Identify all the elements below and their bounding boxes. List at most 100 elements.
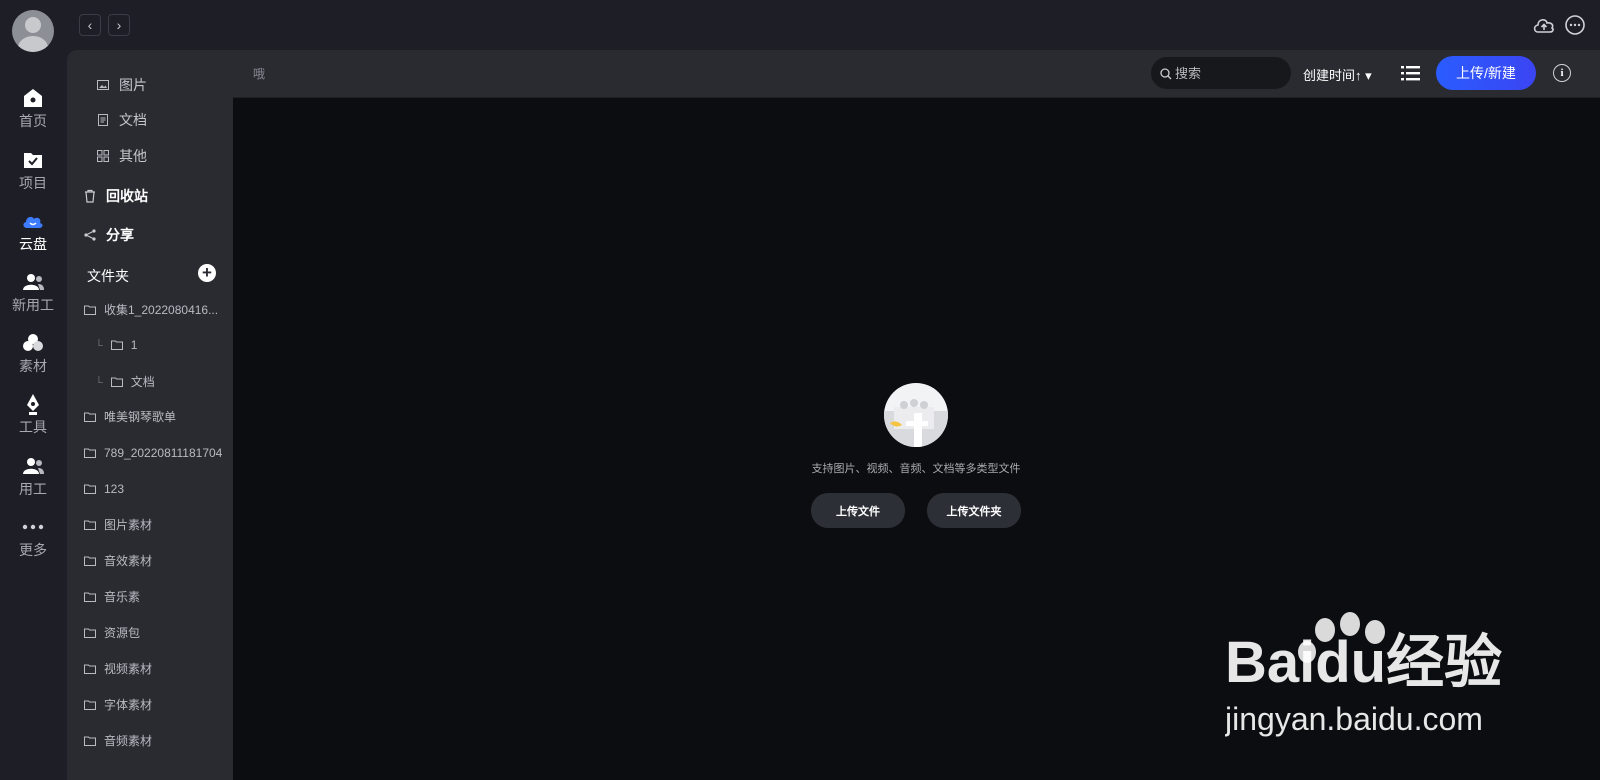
rail-item-label: 新用工 — [12, 297, 54, 313]
folder-icon — [84, 305, 96, 315]
users-icon — [23, 274, 44, 290]
recycle-label: 回收站 — [106, 188, 148, 204]
category-label: 文档 — [119, 112, 147, 128]
folder-item[interactable]: └ 文档 — [95, 372, 225, 392]
folder-icon — [84, 448, 96, 458]
recycle-bin[interactable]: 回收站 — [83, 185, 148, 207]
folders-title: 文件夹 — [87, 268, 129, 284]
avatar-body — [18, 36, 48, 52]
folder-item[interactable]: 音频素材 — [84, 731, 232, 751]
toolbar: 哦 创建时间↑ ▾ 上传/新建 i — [233, 50, 1600, 98]
folder-item[interactable]: 资源包 — [84, 623, 232, 643]
folder-name: 音效素材 — [104, 554, 153, 568]
folder-name: 资源包 — [104, 626, 141, 640]
avatar[interactable] — [12, 10, 54, 52]
rail-item-label: 更多 — [19, 542, 47, 558]
share[interactable]: 分享 — [83, 224, 134, 246]
rail-item-project[interactable]: 项目 — [0, 148, 66, 204]
rail-item-home[interactable]: 首页 — [0, 86, 66, 142]
folder-icon — [84, 736, 96, 746]
rail-item-hire[interactable]: 用工 — [0, 454, 66, 510]
rail-item-material[interactable]: 素材 — [0, 331, 66, 387]
folder-name: 123 — [104, 482, 125, 496]
category-label: 图片 — [119, 77, 147, 93]
folder-icon — [84, 412, 96, 422]
tree-connector: └ — [95, 340, 103, 352]
project-folder-icon — [24, 153, 42, 168]
folder-item[interactable]: 音乐素 — [84, 587, 232, 607]
folder-name: 音乐素 — [104, 590, 141, 604]
folder-icon — [84, 484, 96, 494]
folder-item[interactable]: 字体素材 — [84, 695, 232, 715]
folder-name: 789_20220811181704 — [104, 446, 223, 460]
upload-file-button[interactable]: 上传文件 — [811, 493, 905, 528]
category-images[interactable]: 图片 — [97, 74, 147, 96]
more-dots-icon — [22, 524, 44, 530]
upload-new-button[interactable]: 上传/新建 — [1436, 56, 1536, 90]
folder-item[interactable]: 123 — [84, 479, 232, 499]
folder-item[interactable]: 收集1_2022080416... — [84, 300, 232, 320]
rail-item-label: 工具 — [19, 419, 47, 435]
share-label: 分享 — [106, 227, 134, 243]
material-icon — [23, 334, 43, 351]
avatar-head — [25, 17, 41, 33]
rail-item-label: 素材 — [19, 358, 47, 374]
rail-item-tools[interactable]: 工具 — [0, 392, 66, 448]
info-icon[interactable]: i — [1553, 64, 1571, 82]
forward-button[interactable]: › — [108, 14, 130, 36]
image-icon — [97, 80, 109, 90]
users-icon — [23, 458, 44, 474]
rail-item-label: 用工 — [19, 481, 47, 497]
empty-state-illustration — [884, 383, 948, 447]
side-panel: 图片 文档 其他 回收站 分享 文件夹 + 收集1_2022080416... └… — [67, 50, 233, 780]
folder-icon — [84, 556, 96, 566]
folder-name: 音频素材 — [104, 734, 153, 748]
folder-name: 视频素材 — [104, 662, 153, 676]
cloud-icon — [23, 216, 43, 228]
home-icon — [24, 89, 42, 107]
rail-item-cloud[interactable]: 云盘 — [0, 209, 66, 265]
watermark-brand: Baidu经验 — [1225, 630, 1502, 695]
folder-name: 文档 — [130, 375, 155, 389]
folder-item[interactable]: 音效素材 — [84, 551, 232, 571]
back-button[interactable]: ‹ — [79, 14, 101, 36]
grid-icon — [97, 150, 109, 162]
add-folder-button[interactable]: + — [198, 264, 216, 282]
upload-folder-button[interactable]: 上传文件夹 — [927, 493, 1021, 528]
left-rail: 首页 项目 云盘 新用工 素材 工具 用工 更多 — [0, 0, 66, 780]
category-other[interactable]: 其他 — [97, 145, 147, 167]
folder-item[interactable]: 唯美钢琴歌单 — [84, 407, 232, 427]
folder-icon — [110, 377, 123, 387]
search-icon — [1160, 68, 1172, 80]
folder-name: 收集1_2022080416... — [104, 303, 219, 317]
rail-item-more[interactable]: 更多 — [0, 515, 66, 571]
folder-name: 1 — [130, 338, 138, 352]
watermark-url: jingyan.baidu.com — [1225, 701, 1483, 737]
tree-connector: └ — [95, 377, 103, 389]
document-icon — [98, 114, 108, 126]
message-icon[interactable] — [1563, 13, 1587, 37]
empty-illustration-icon — [884, 399, 948, 447]
search-input[interactable] — [1175, 62, 1285, 84]
folder-icon — [84, 700, 96, 710]
share-icon — [84, 229, 96, 241]
rail-item-new-hire[interactable]: 新用工 — [0, 270, 66, 326]
pen-tool-icon — [27, 394, 39, 415]
folder-item[interactable]: 789_20220811181704 — [84, 443, 232, 463]
rail-item-label: 首页 — [19, 113, 47, 129]
folder-icon — [84, 592, 96, 602]
folder-icon — [84, 520, 96, 530]
folder-item[interactable]: 视频素材 — [84, 659, 232, 679]
folder-icon — [84, 664, 96, 674]
app-window: 首页 项目 云盘 新用工 素材 工具 用工 更多 ‹ › 图片 文档 其他 回收… — [0, 0, 1600, 780]
folder-name: 字体素材 — [104, 698, 153, 712]
category-documents[interactable]: 文档 — [97, 109, 147, 131]
sort-dropdown[interactable]: 创建时间↑ ▾ — [1303, 65, 1372, 84]
folder-icon — [84, 628, 96, 638]
cloud-upload-icon[interactable] — [1532, 13, 1556, 37]
empty-state-text: 支持图片、视频、音频、文档等多类型文件 — [811, 463, 1021, 475]
folder-item[interactable]: └ 1 — [95, 335, 225, 355]
rail-item-label: 云盘 — [19, 236, 47, 252]
folder-item[interactable]: 图片素材 — [84, 515, 232, 535]
list-view-icon[interactable] — [1401, 64, 1421, 82]
